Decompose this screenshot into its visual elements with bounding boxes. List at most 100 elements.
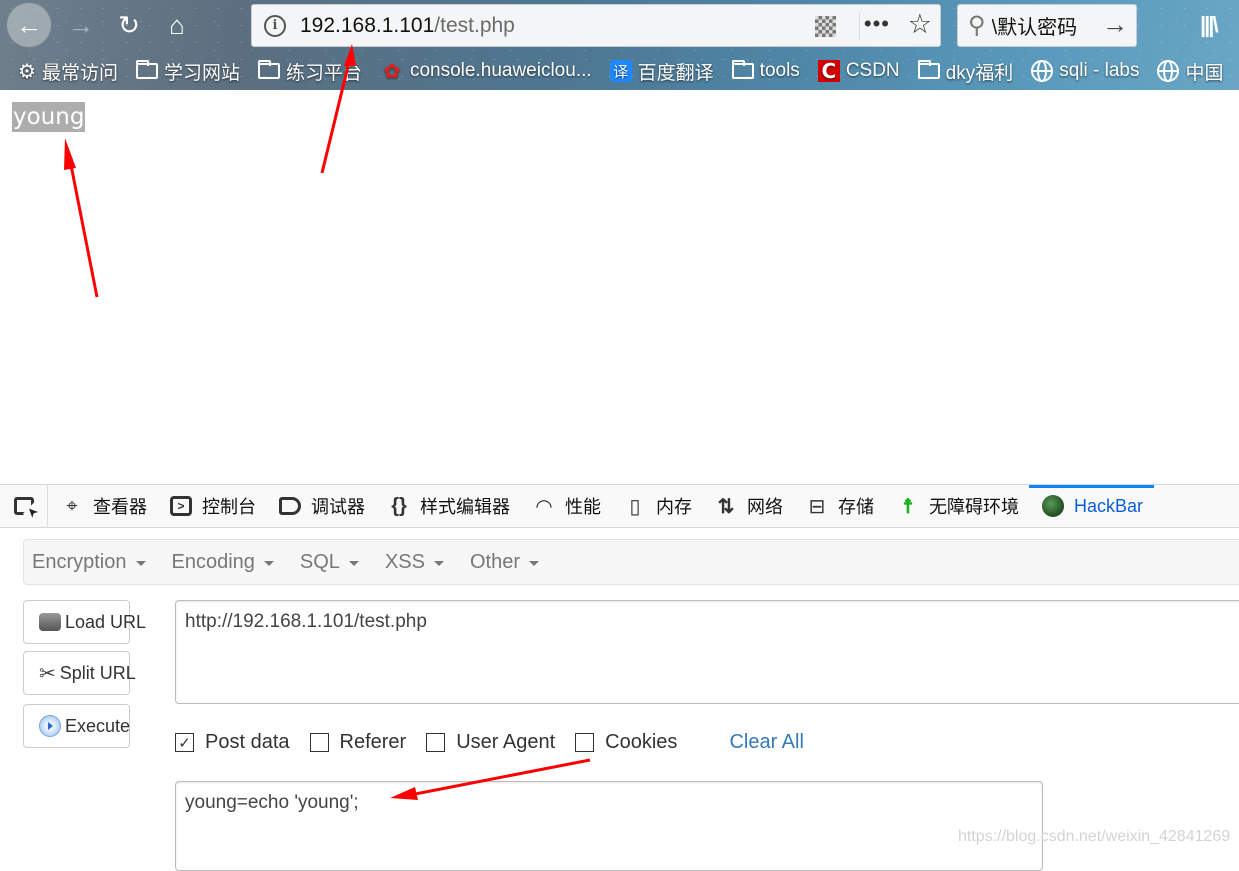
checkbox-label: User Agent (456, 731, 556, 753)
qr-code-icon[interactable] (815, 16, 836, 37)
hackbar-icon (1041, 495, 1065, 517)
split-url-button[interactable]: ✂ Split URL (23, 651, 136, 695)
gauge-icon: ◠ (535, 495, 553, 518)
devtools-tabbar: ⌖ 查看器 > 控制台 调试器 {} 样式编辑器 ◠ 性能 ▯ 内存 ⇅ 网络 ⊟ 存储 ☨ 无… (0, 484, 1239, 528)
checkbox-label: Post data (205, 731, 290, 753)
bookmark-label: 学习网站 (163, 62, 240, 84)
clear-all-link[interactable]: Clear All (729, 731, 803, 754)
checkbox-checked[interactable]: ✓ (175, 733, 194, 752)
home-button[interactable]: ⌂ (158, 6, 196, 44)
bookmark-label: 中国 (1185, 62, 1224, 84)
browser-toolbar: ← → ↻ ⌂ i 192.168.1.101/test.php ••• ☆ ⚲… (0, 0, 1239, 90)
forward-button[interactable]: → (62, 6, 100, 44)
folder-icon (135, 60, 158, 79)
star-icon[interactable]: ☆ (908, 9, 932, 40)
bookmark-most-visited[interactable]: ⚙ 最常访问 (18, 58, 118, 85)
checkbox-label: Cookies (605, 731, 678, 753)
console-icon: > (169, 496, 193, 516)
bookmark-practice-platform[interactable]: 练习平台 (257, 58, 362, 85)
tab-hackbar[interactable]: HackBar (1028, 484, 1155, 528)
post-data-checkbox[interactable]: ✓ Post data (175, 731, 290, 754)
menu-encoding[interactable]: Encoding (172, 551, 274, 574)
button-label: Load URL (65, 611, 147, 632)
braces-icon: {} (391, 494, 407, 517)
network-arrows-icon: ⇅ (717, 495, 735, 518)
magnifier-icon: ⚲ (968, 12, 986, 39)
tab-style-editor[interactable]: {} 样式编辑器 (387, 485, 521, 528)
tab-label: 无障碍环境 (929, 497, 1019, 517)
back-button[interactable]: ← (6, 2, 52, 48)
info-icon[interactable]: i (264, 14, 286, 37)
bookmark-dky[interactable]: dky福利 (917, 58, 1014, 85)
tab-storage[interactable]: ⊟ 存储 (805, 485, 885, 528)
tab-network[interactable]: ⇅ 网络 (714, 485, 794, 528)
gear-icon: ⚙ (18, 60, 36, 83)
menu-xss[interactable]: XSS (385, 551, 444, 574)
menu-other[interactable]: Other (470, 551, 539, 574)
load-url-button[interactable]: Load URL (23, 600, 146, 644)
bookmark-label: 练习平台 (285, 62, 362, 84)
element-picker-button[interactable] (0, 484, 48, 528)
load-url-icon (39, 611, 61, 633)
referer-checkbox[interactable]: Referer (309, 731, 406, 754)
accessibility-icon: ☨ (902, 495, 914, 518)
tab-label: HackBar (1074, 495, 1144, 516)
tab-memory[interactable]: ▯ 内存 (623, 485, 703, 528)
bookmark-label: 最常访问 (41, 62, 118, 84)
reload-button[interactable]: ↻ (110, 6, 148, 44)
tab-label: 样式编辑器 (420, 497, 510, 517)
tab-label: 性能 (565, 497, 601, 517)
search-go-icon[interactable]: → (1102, 9, 1128, 40)
bookmark-sqli-labs[interactable]: sqli - labs (1031, 60, 1139, 82)
cookies-checkbox[interactable]: Cookies (575, 731, 677, 754)
page-output-text: young (12, 102, 86, 132)
library-icon[interactable]: |||\ (1200, 12, 1219, 38)
menu-encryption[interactable]: Encryption (32, 551, 146, 574)
tab-debugger[interactable]: 调试器 (278, 485, 376, 528)
reload-icon: ↻ (118, 9, 140, 40)
globe-icon (1031, 60, 1054, 82)
bookmark-china[interactable]: 中国 (1157, 58, 1224, 85)
tab-label: 存储 (838, 497, 874, 517)
bookmark-huawei-console[interactable]: ✿ console.huaweiclou... (380, 60, 592, 83)
devtools-panel: ⌖ 查看器 > 控制台 调试器 {} 样式编辑器 ◠ 性能 ▯ 内存 ⇅ 网络 ⊟ 存储 ☨ 无… (0, 484, 1239, 871)
url-bar-divider (859, 13, 860, 40)
storage-icon: ⊟ (808, 495, 826, 518)
bookmark-tools[interactable]: tools (731, 60, 800, 82)
tab-label: 查看器 (93, 497, 147, 517)
bookmark-label: dky福利 (945, 62, 1014, 84)
tab-performance[interactable]: ◠ 性能 (532, 485, 612, 528)
watermark: https://blog.csdn.net/weixin_42841269 (958, 828, 1231, 845)
bookmark-label: sqli - labs (1059, 60, 1140, 81)
tab-label: 内存 (656, 497, 692, 517)
page-content: young (0, 90, 1239, 484)
tab-console[interactable]: > 控制台 (169, 485, 267, 528)
bookmarks-toolbar: ⚙ 最常访问 学习网站 练习平台 ✿ console.huaweiclou... 译… (0, 56, 1239, 86)
bookmark-csdn[interactable]: C CSDN (817, 59, 900, 83)
url-textarea[interactable]: http://192.168.1.101/test.php (175, 600, 1239, 704)
globe-icon (1157, 60, 1180, 82)
bookmark-baidu-translate[interactable]: 译百度翻译 (609, 58, 714, 85)
arrow-right-icon: → (68, 9, 94, 40)
tab-inspector[interactable]: ⌖ 查看器 (60, 485, 158, 528)
ellipsis-icon[interactable]: ••• (864, 11, 890, 37)
debugger-icon (278, 497, 302, 515)
post-data-textarea[interactable]: young=echo 'young'; (175, 781, 1043, 871)
search-query[interactable]: \默认密码 (992, 11, 1102, 40)
search-bar[interactable]: ⚲ \默认密码 → (957, 4, 1137, 47)
bookmark-study-sites[interactable]: 学习网站 (135, 58, 240, 85)
url-bar[interactable]: i 192.168.1.101/test.php ••• ☆ (251, 4, 941, 47)
tab-label: 网络 (747, 497, 783, 517)
checkbox-unchecked[interactable] (426, 733, 446, 752)
baidu-translate-icon: 译 (609, 60, 632, 82)
checkbox-unchecked[interactable] (575, 733, 595, 752)
folder-icon (917, 60, 940, 79)
tab-label: 控制台 (202, 497, 256, 517)
tab-accessibility[interactable]: ☨ 无障碍环境 (896, 485, 1030, 528)
checkbox-unchecked[interactable] (309, 733, 329, 752)
folder-icon (257, 60, 280, 79)
menu-sql[interactable]: SQL (300, 551, 359, 574)
execute-button[interactable]: Execute (23, 704, 130, 748)
user-agent-checkbox[interactable]: User Agent (426, 731, 555, 754)
tab-label: 调试器 (311, 497, 365, 517)
